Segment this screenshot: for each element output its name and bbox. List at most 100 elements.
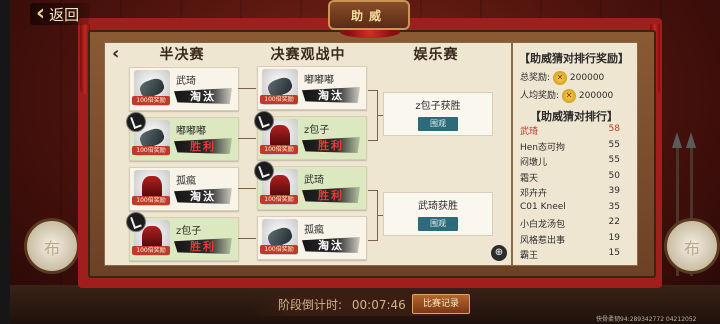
bracket-line bbox=[238, 238, 256, 239]
rank-name: 风格惹出事 bbox=[520, 235, 566, 246]
title-plate: 助威 bbox=[328, 0, 410, 30]
player-name: 嘟嘟嘟 bbox=[176, 126, 206, 137]
player-card[interactable]: 100倍奖励 嘟嘟嘟 胜利 bbox=[126, 112, 239, 161]
match-result-text: z包子获胜 bbox=[415, 101, 461, 112]
per-reward-label: 人均奖励: bbox=[520, 91, 560, 101]
rank-score: 58 bbox=[608, 124, 620, 134]
player-card[interactable]: 100倍奖励 武琦 淘汰 bbox=[129, 67, 239, 111]
reward-badge: 100倍奖励 bbox=[132, 196, 170, 205]
result-stamp: 淘汰 bbox=[174, 188, 232, 204]
match-result-text: 武琦获胜 bbox=[418, 201, 458, 212]
rank-score: 19 bbox=[608, 232, 620, 243]
chevron-left-icon[interactable]: ‹ bbox=[112, 43, 119, 64]
entertainment-match-2: 武琦获胜 围观 bbox=[383, 192, 493, 236]
rank-name: Hen态可拘 bbox=[520, 142, 566, 153]
rank-name: C01 Kneel bbox=[520, 201, 566, 212]
rank-score: 15 bbox=[608, 248, 620, 258]
reward-title: 【助威猜对排行奖励】 bbox=[519, 52, 629, 65]
reward-badge: 100倍奖励 bbox=[132, 246, 170, 255]
per-reward: 人均奖励: ✕ 200000 bbox=[520, 88, 613, 103]
bracket-line bbox=[238, 138, 256, 139]
reward-badge: 100倍奖励 bbox=[260, 195, 298, 204]
ranking-row: Hen态可拘 55 bbox=[520, 140, 620, 154]
reward-badge: 100倍奖励 bbox=[260, 245, 298, 254]
result-stamp: 胜利 bbox=[174, 238, 232, 254]
player-name: 嘟嘟嘟 bbox=[304, 75, 334, 86]
ranking-row: 霜天 50 bbox=[520, 171, 620, 185]
countdown: 阶段倒计时: 00:07:46 bbox=[278, 296, 406, 313]
entertainment-match-1: z包子获胜 围观 bbox=[383, 92, 493, 136]
result-stamp: 淘汰 bbox=[302, 237, 360, 253]
player-card[interactable]: 100倍奖励 z包子 胜利 bbox=[126, 212, 239, 261]
countdown-label: 阶段倒计时: bbox=[278, 298, 343, 312]
result-stamp: 胜利 bbox=[302, 137, 360, 153]
rank-score: 22 bbox=[608, 217, 620, 227]
result-stamp: 胜利 bbox=[174, 138, 232, 154]
column-header-final: 决赛观战中 bbox=[270, 47, 346, 63]
result-stamp: 淘汰 bbox=[302, 87, 360, 103]
rank-score: 35 bbox=[608, 201, 620, 212]
watermark: 快骨柔韧94:289342772 04212052 bbox=[596, 316, 697, 323]
rank-name: 霸王 bbox=[520, 251, 539, 261]
check-icon bbox=[254, 111, 274, 131]
ranking-title: 【助威猜对排行】 bbox=[530, 110, 618, 123]
column-header-semi: 半决赛 bbox=[159, 47, 205, 63]
reward-badge: 100倍奖励 bbox=[260, 145, 298, 154]
ranking-row: 闷墩儿 55 bbox=[520, 155, 620, 169]
rank-score: 39 bbox=[608, 186, 620, 196]
rank-score: 50 bbox=[608, 170, 620, 181]
rank-score: 55 bbox=[608, 155, 620, 165]
coin-icon: ✕ bbox=[552, 70, 567, 85]
countdown-value: 00:07:46 bbox=[351, 298, 406, 312]
watch-button[interactable]: 围观 bbox=[418, 217, 458, 231]
total-reward-label: 总奖励: bbox=[520, 73, 551, 83]
player-name: 武琦 bbox=[176, 76, 196, 87]
rank-name: 武琦 bbox=[520, 127, 539, 137]
result-stamp: 胜利 bbox=[302, 187, 360, 203]
player-card[interactable]: 100倍奖励 孤瘋 淘汰 bbox=[257, 216, 367, 260]
coin-icon: ✕ bbox=[561, 88, 576, 103]
chevron-left-icon: ‹ bbox=[36, 1, 46, 26]
player-card[interactable]: 100倍奖励 z包子 胜利 bbox=[254, 111, 367, 160]
match-record-button[interactable]: 比赛记录 bbox=[412, 294, 470, 314]
player-card[interactable]: 100倍奖励 嘟嘟嘟 淘汰 bbox=[257, 66, 367, 110]
drum-left: 布 bbox=[24, 218, 80, 274]
rank-name: 邓卉卉 bbox=[520, 189, 548, 199]
reward-badge: 100倍奖励 bbox=[260, 95, 298, 104]
player-card[interactable]: 100倍奖励 孤瘋 淘汰 bbox=[129, 167, 239, 211]
rank-name: 霜天 bbox=[520, 173, 539, 184]
rank-name: 闷墩儿 bbox=[520, 158, 548, 168]
bracket-line bbox=[238, 188, 256, 189]
reward-badge: 100倍奖励 bbox=[132, 96, 170, 105]
per-reward-value: 200000 bbox=[578, 90, 614, 101]
screen-edge bbox=[0, 0, 10, 324]
player-name: z包子 bbox=[304, 125, 330, 136]
ranking-row: 邓卉卉 39 bbox=[520, 186, 620, 200]
page-title: 助威 bbox=[350, 8, 387, 23]
total-reward: 总奖励: ✕ 200000 bbox=[520, 70, 604, 85]
drum-right: 布 bbox=[664, 218, 720, 274]
watch-button[interactable]: 围观 bbox=[418, 117, 458, 131]
back-label: 返回 bbox=[49, 5, 80, 24]
result-stamp: 淘汰 bbox=[174, 88, 232, 104]
check-icon bbox=[126, 212, 146, 232]
ranking-row: 小白龙汤包 22 bbox=[520, 217, 620, 231]
player-name: z包子 bbox=[176, 226, 202, 237]
player-name: 孤瘋 bbox=[176, 176, 196, 187]
ranking-row: 风格惹出事 19 bbox=[520, 233, 620, 247]
back-button[interactable]: ‹ 返回 bbox=[30, 1, 90, 26]
check-icon bbox=[126, 112, 146, 132]
ranking-row: 武琦 58 bbox=[520, 124, 620, 138]
zoom-in-icon[interactable]: ⊕ bbox=[491, 245, 507, 261]
ranking-row: C01 Kneel 35 bbox=[520, 202, 620, 216]
check-icon bbox=[254, 161, 274, 181]
ranking-row: 霸王 15 bbox=[520, 248, 620, 262]
rank-name: 小白龙汤包 bbox=[520, 220, 566, 230]
reward-badge: 100倍奖励 bbox=[132, 146, 170, 155]
player-card[interactable]: 100倍奖励 武琦 胜利 bbox=[254, 161, 367, 210]
player-name: 武琦 bbox=[304, 175, 324, 186]
column-header-fun: 娱乐赛 bbox=[413, 47, 459, 63]
rank-score: 55 bbox=[608, 139, 620, 150]
player-name: 孤瘋 bbox=[304, 225, 324, 236]
bracket-line bbox=[238, 88, 256, 89]
